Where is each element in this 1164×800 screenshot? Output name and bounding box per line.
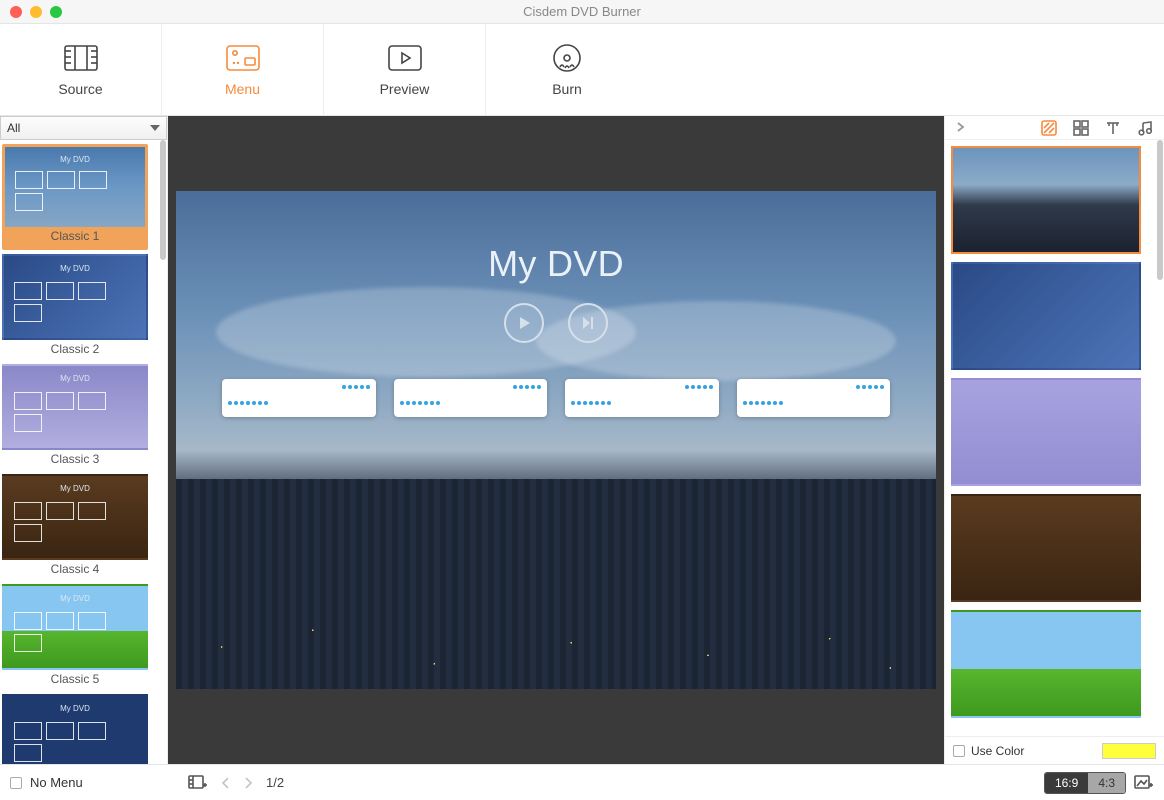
template-scrollbar[interactable] (159, 140, 167, 764)
tab-burn-label: Burn (552, 81, 582, 97)
next-button[interactable] (568, 303, 608, 343)
properties-tabs (945, 116, 1164, 140)
burn-disc-icon (549, 43, 585, 73)
window-title: Cisdem DVD Burner (0, 4, 1164, 19)
chapter-thumbnails (222, 379, 890, 417)
template-thumb: My DVD (2, 584, 148, 670)
tab-burn[interactable]: Burn (486, 24, 648, 115)
menu-layout-icon (225, 43, 261, 73)
use-color-label: Use Color (971, 744, 1024, 758)
add-image-button[interactable] (1134, 773, 1154, 793)
use-color-row: Use Color (945, 736, 1164, 764)
aspect-ratio-toggle: 16:9 4:3 (1044, 772, 1126, 794)
prev-page-button[interactable] (216, 773, 236, 793)
tab-text[interactable] (1104, 119, 1122, 137)
template-item[interactable]: My DVDClassic 3 (2, 364, 148, 470)
chapter-card[interactable] (565, 379, 719, 417)
background-item[interactable] (951, 262, 1141, 370)
tab-frame[interactable] (1072, 119, 1090, 137)
add-chapter-button[interactable] (188, 773, 208, 793)
window-zoom-button[interactable] (50, 6, 62, 18)
template-thumb: My DVD (2, 694, 148, 764)
preview-icon (387, 43, 423, 73)
background-scrollbar[interactable] (1156, 140, 1164, 736)
properties-sidebar: Use Color (944, 116, 1164, 764)
tab-source[interactable]: Source (0, 24, 162, 115)
template-name: Classic 3 (2, 450, 148, 470)
template-item[interactable]: My DVD (2, 694, 148, 764)
ratio-4-3[interactable]: 4:3 (1088, 773, 1125, 793)
tab-menu[interactable]: Menu (162, 24, 324, 115)
template-sidebar: All My DVDClassic 1My DVDClassic 2My DVD… (0, 116, 168, 764)
use-color-checkbox[interactable] (953, 745, 965, 757)
filmstrip-icon (63, 43, 99, 73)
menu-stage[interactable]: My DVD (176, 191, 936, 689)
ratio-16-9[interactable]: 16:9 (1045, 773, 1088, 793)
no-menu-checkbox[interactable] (10, 777, 22, 789)
tab-background[interactable] (1040, 119, 1058, 137)
template-thumb: My DVD (2, 474, 148, 560)
template-thumb: My DVD (5, 147, 145, 227)
background-list[interactable] (945, 140, 1164, 736)
no-menu-label: No Menu (30, 775, 83, 790)
page-indicator: 1/2 (266, 775, 284, 790)
template-item[interactable]: My DVDClassic 2 (2, 254, 148, 360)
template-name: Classic 1 (5, 227, 145, 247)
play-controls (176, 303, 936, 343)
template-thumb: My DVD (2, 364, 148, 450)
tab-music[interactable] (1136, 119, 1154, 137)
next-page-button[interactable] (238, 773, 258, 793)
chapter-card[interactable] (394, 379, 548, 417)
template-filter-value: All (7, 121, 20, 135)
template-filter-dropdown[interactable]: All (0, 116, 167, 140)
template-name: Classic 2 (2, 340, 148, 360)
template-item[interactable]: My DVDClassic 5 (2, 584, 148, 690)
main-area: All My DVDClassic 1My DVDClassic 2My DVD… (0, 116, 1164, 764)
footer-bar: No Menu 1/2 16:9 4:3 (0, 764, 1164, 800)
color-swatch[interactable] (1102, 743, 1156, 759)
template-item[interactable]: My DVDClassic 1 (2, 144, 148, 250)
dvd-title-text[interactable]: My DVD (176, 243, 936, 285)
tab-source-label: Source (58, 81, 102, 97)
template-item[interactable]: My DVDClassic 4 (2, 474, 148, 580)
template-name: Classic 5 (2, 670, 148, 690)
template-list[interactable]: My DVDClassic 1My DVDClassic 2My DVDClas… (0, 140, 167, 764)
template-name: Classic 4 (2, 560, 148, 580)
dropdown-arrow-icon (150, 125, 160, 131)
background-item[interactable] (951, 494, 1141, 602)
tab-menu-label: Menu (225, 81, 260, 97)
chapter-card[interactable] (737, 379, 891, 417)
tab-preview[interactable]: Preview (324, 24, 486, 115)
template-thumb: My DVD (2, 254, 148, 340)
main-toolbar: Source Menu Preview Burn (0, 24, 1164, 116)
collapse-right-button[interactable] (955, 120, 965, 136)
window-minimize-button[interactable] (30, 6, 42, 18)
chapter-card[interactable] (222, 379, 376, 417)
background-item[interactable] (951, 610, 1141, 718)
titlebar: Cisdem DVD Burner (0, 0, 1164, 24)
background-item[interactable] (951, 146, 1141, 254)
window-close-button[interactable] (10, 6, 22, 18)
play-button[interactable] (504, 303, 544, 343)
background-item[interactable] (951, 378, 1141, 486)
stage-city-lights (176, 479, 936, 689)
preview-area: My DVD (168, 116, 944, 764)
tab-preview-label: Preview (380, 81, 430, 97)
